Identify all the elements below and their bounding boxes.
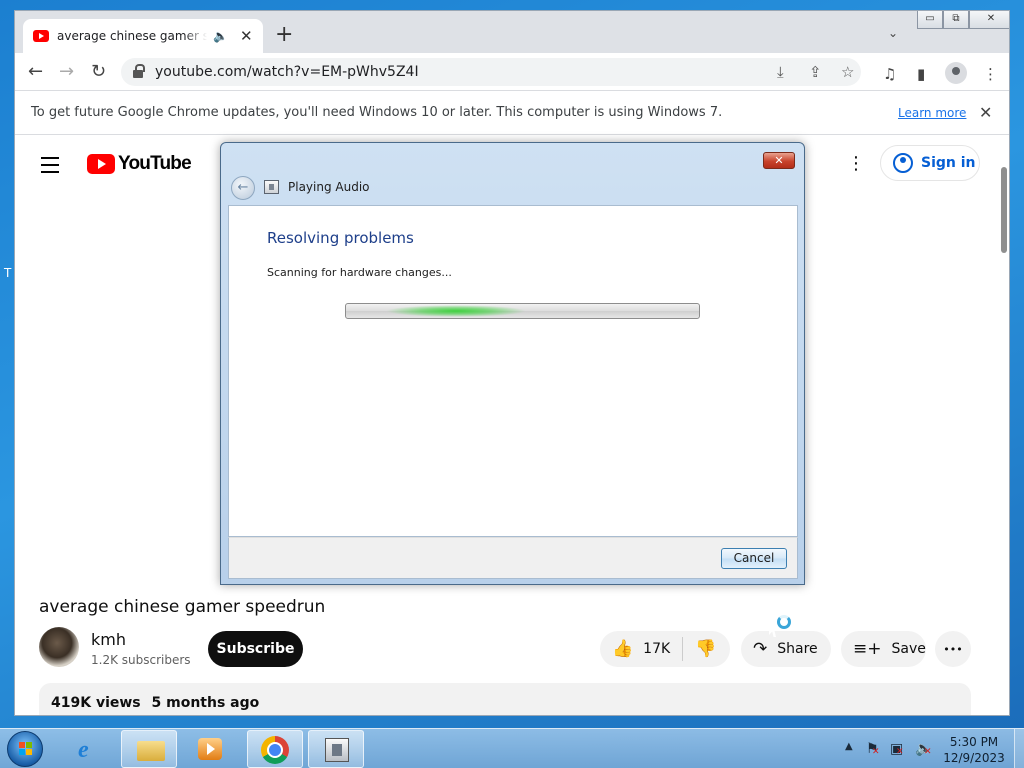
close-window-button[interactable]: ✕ (969, 11, 1009, 29)
network-alert-icon: ✕ (896, 747, 904, 757)
scrollbar-thumb[interactable] (1001, 167, 1007, 253)
dislike-icon[interactable]: 👎 (695, 639, 716, 659)
url-text[interactable]: youtube.com/watch?v=EM-pWhv5Z4I (155, 64, 419, 80)
subscribe-button[interactable]: Subscribe (208, 631, 303, 667)
infobar-message: To get future Google Chrome updates, you… (31, 105, 723, 120)
volume-alert-icon: ✕ (924, 747, 932, 757)
dialog-caption: Playing Audio (288, 180, 370, 194)
subscriber-count: 1.2K subscribers (91, 653, 191, 667)
show-desktop-button[interactable] (1014, 729, 1024, 768)
update-infobar: To get future Google Chrome updates, you… (15, 91, 1009, 135)
tab-search-icon[interactable]: ⌄ (888, 26, 898, 40)
settings-more-icon[interactable]: ⋮ (847, 153, 865, 174)
youtube-wordmark: YouTube (118, 153, 192, 174)
system-clock[interactable]: 5:30 PM 12/9/2023 (943, 734, 1005, 766)
taskbar: e ▲ ⚑ ✕ ▣ ✕ 🔈 ✕ 5:30 PM 12/9/2023 (0, 728, 1024, 768)
video-title: average chinese gamer speedrun (39, 597, 326, 617)
tab-close-icon[interactable]: ✕ (240, 27, 253, 45)
action-center-icon[interactable]: ⚑ ✕ (866, 741, 880, 757)
chrome-menu-icon[interactable]: ⋮ (983, 65, 998, 83)
desktop-edge-text: T (4, 266, 12, 280)
cancel-button[interactable]: Cancel (721, 548, 787, 569)
more-actions-button[interactable]: ••• (935, 631, 971, 667)
dialog-close-button[interactable]: ✕ (763, 152, 795, 169)
tab-youtube[interactable]: average chinese gamer speedrun - YouTube… (23, 19, 263, 53)
busy-spinner-icon (777, 615, 791, 629)
like-count[interactable]: 17K (643, 641, 670, 657)
troubleshooter-app-icon (264, 180, 279, 194)
taskbar-file-explorer[interactable] (121, 730, 177, 768)
progress-marquee (386, 305, 526, 317)
troubleshooter-icon (325, 738, 349, 762)
restore-button[interactable]: ⧉ (943, 11, 969, 29)
action-center-alert-icon: ✕ (872, 747, 880, 757)
like-icon[interactable]: 👍 (612, 639, 633, 659)
start-button[interactable] (7, 731, 43, 767)
profile-avatar-icon[interactable] (945, 62, 967, 84)
tab-title: average chinese gamer speedrun - YouTube (57, 29, 207, 43)
youtube-play-icon (87, 154, 115, 174)
back-arrow-icon[interactable]: ← (28, 61, 43, 82)
windows-flag-icon (19, 742, 33, 756)
speaker-icon[interactable]: 🔈 (213, 29, 228, 43)
account-icon (893, 153, 913, 173)
share-label: Share (777, 641, 818, 657)
dialog-status: Scanning for hardware changes... (267, 266, 452, 279)
share-icon: ↷ (753, 639, 768, 659)
internet-explorer-icon: e (78, 737, 89, 763)
page-scrollbar[interactable] (997, 135, 1009, 715)
youtube-favicon-icon (33, 30, 49, 42)
infobar-close-icon[interactable]: ✕ (979, 103, 992, 122)
learn-more-link[interactable]: Learn more (898, 106, 966, 120)
bookmark-star-icon[interactable]: ☆ (841, 63, 854, 81)
clock-date: 12/9/2023 (943, 751, 1005, 765)
save-button[interactable]: ≡+ Save (841, 631, 926, 667)
sign-in-label: Sign in (921, 155, 976, 171)
show-hidden-icons[interactable]: ▲ (845, 741, 853, 752)
install-app-icon[interactable]: ⤓ (777, 63, 784, 81)
taskbar-internet-explorer[interactable]: e (62, 730, 118, 768)
dialog-back-icon[interactable]: ← (231, 176, 255, 200)
share-button[interactable]: ↷ Share (741, 631, 831, 667)
tab-strip: average chinese gamer speedrun - YouTube… (15, 11, 1009, 53)
new-tab-button[interactable]: + (275, 24, 293, 46)
description-box[interactable]: 419K views 5 months ago (39, 683, 971, 715)
dialog-heading: Resolving problems (267, 229, 414, 247)
youtube-logo[interactable]: YouTube (87, 153, 192, 175)
window-controls: ▭ ⧉ ✕ (917, 11, 1009, 29)
upload-age: 5 months ago (151, 695, 260, 711)
save-label: Save (891, 641, 926, 657)
like-dislike-group: 👍 17K 👎 (600, 631, 730, 667)
clock-time: 5:30 PM (949, 735, 999, 749)
view-count: 419K views (51, 695, 141, 711)
minimize-button[interactable]: ▭ (917, 11, 943, 29)
forward-arrow-icon[interactable]: → (59, 61, 74, 82)
channel-avatar[interactable] (39, 627, 79, 667)
lock-icon[interactable] (133, 64, 145, 78)
menu-hamburger-icon[interactable] (41, 157, 59, 178)
sign-in-button[interactable]: Sign in (880, 145, 980, 181)
chrome-icon (261, 736, 289, 764)
like-divider (682, 637, 684, 661)
browser-toolbar: ← → ↻ youtube.com/watch?v=EM-pWhv5Z4I ⤓ … (15, 53, 1009, 91)
dialog-body: Resolving problems Scanning for hardware… (228, 205, 798, 537)
taskbar-troubleshooter[interactable] (308, 730, 364, 768)
reload-icon[interactable]: ↻ (91, 61, 106, 82)
channel-name[interactable]: kmh (91, 630, 126, 649)
dialog-footer: Cancel (228, 537, 798, 579)
share-page-icon[interactable]: ⇪ (809, 63, 822, 81)
troubleshooter-dialog: ✕ ← Playing Audio Resolving problems Sca… (220, 142, 805, 585)
folder-icon (137, 741, 165, 761)
taskbar-media-player[interactable] (182, 730, 238, 768)
save-playlist-icon: ≡+ (853, 639, 882, 659)
address-bar[interactable]: youtube.com/watch?v=EM-pWhv5Z4I ⤓ ⇪ ☆ (121, 58, 861, 86)
taskbar-chrome[interactable] (247, 730, 303, 768)
side-panel-icon[interactable]: ▮ (917, 65, 925, 83)
volume-muted-icon[interactable]: 🔈 ✕ (915, 741, 932, 757)
media-control-icon[interactable]: ♫ (883, 65, 896, 83)
media-player-icon (198, 738, 222, 760)
progress-bar (345, 303, 700, 319)
network-icon[interactable]: ▣ ✕ (890, 741, 904, 757)
